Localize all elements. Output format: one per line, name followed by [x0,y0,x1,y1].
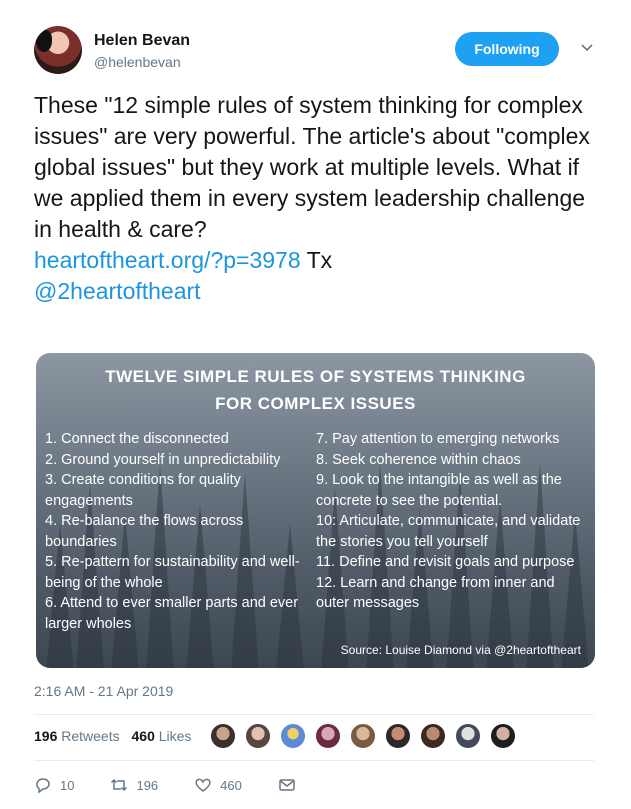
article-link[interactable]: heartoftheart.org/?p=3978 [34,247,301,273]
following-button[interactable]: Following [455,32,559,66]
engagement-stats: 196 Retweets 460 Likes [34,728,199,744]
liker-avatar[interactable] [419,722,447,750]
liker-avatar[interactable] [314,722,342,750]
tweet-actions: 10 196 460 [34,775,340,795]
liker-avatar[interactable] [384,722,412,750]
rule-item: 12. Learn and change from inner and oute… [316,574,555,612]
rule-item: 5. Re-pattern for sustainability and wel… [45,554,300,591]
author-handle[interactable]: @helenbevan [94,54,181,70]
liker-avatar[interactable] [349,722,377,750]
rule-item: 7. Pay attention to emerging networks [316,431,560,447]
retweet-count: 196 [136,777,159,793]
card-title-line2: FOR COMPLEX ISSUES [215,394,416,413]
reply-count: 10 [60,777,75,793]
tweet-thanks: Tx [306,247,333,273]
tweet-header: Helen Bevan @helenbevan Following [34,26,601,78]
direct-message-button[interactable] [278,775,304,795]
rule-item: 8. Seek coherence within chaos [316,451,521,468]
card-title: TWELVE SIMPLE RULES OF SYSTEMS THINKING … [36,363,595,417]
rule-item: 10: Articulate, communicate, and validat… [316,513,581,550]
liker-avatar[interactable] [209,722,237,750]
likers-avatars [209,722,524,750]
rules-left-column: 1. Connect the disconnected 2. Ground yo… [45,429,307,634]
tweet-image-card[interactable]: TWELVE SIMPLE RULES OF SYSTEMS THINKING … [36,353,595,668]
liker-avatar[interactable] [244,722,272,750]
rule-item: 4. Re-balance the flows across boundarie… [45,513,244,550]
rule-item: 1. Connect the disconnected [45,431,229,447]
rule-item: 9. Look to the intangible as well as the… [316,472,562,509]
retweet-icon [111,778,128,792]
retweets-stat[interactable]: 196 Retweets [34,728,120,744]
likes-label: Likes [158,728,192,744]
tweet-body: These "12 simple rules of system thinkin… [34,92,590,242]
retweets-count: 196 [34,728,58,744]
rules-right-column: 7. Pay attention to emerging networks 8.… [316,429,591,614]
liker-avatar[interactable] [279,722,307,750]
retweets-label: Retweets [61,728,120,744]
envelope-icon [279,779,295,791]
author-name[interactable]: Helen Bevan [94,32,190,50]
reply-icon [36,778,50,794]
liker-avatar[interactable] [489,722,517,750]
divider [34,714,594,715]
rule-item: 2. Ground yourself in unpredictability [45,451,281,468]
tweet-text: These "12 simple rules of system thinkin… [34,90,604,307]
likes-stat[interactable]: 460 Likes [132,728,192,744]
card-source: Source: Louise Diamond via @2heartofthea… [340,643,581,657]
retweet-button[interactable]: 196 [110,775,158,795]
like-count: 460 [220,777,242,793]
tweet-timestamp[interactable]: 2:16 AM - 21 Apr 2019 [34,683,173,699]
like-button[interactable]: 460 [194,775,242,795]
rule-item: 11. Define and revisit goals and purpose [316,554,575,570]
avatar[interactable] [34,26,82,74]
heart-icon [195,778,211,792]
card-title-line1: TWELVE SIMPLE RULES OF SYSTEMS THINKING [105,367,526,386]
likes-count: 460 [131,728,155,744]
rule-item: 6. Attend to ever smaller parts and ever… [45,595,299,632]
reply-button[interactable]: 10 [34,775,74,795]
mention-link[interactable]: @2heartoftheart [34,278,201,304]
liker-avatar[interactable] [454,722,482,750]
rule-item: 3. Create conditions for quality engagem… [45,472,241,509]
chevron-down-icon[interactable] [580,40,598,58]
divider [34,760,594,761]
